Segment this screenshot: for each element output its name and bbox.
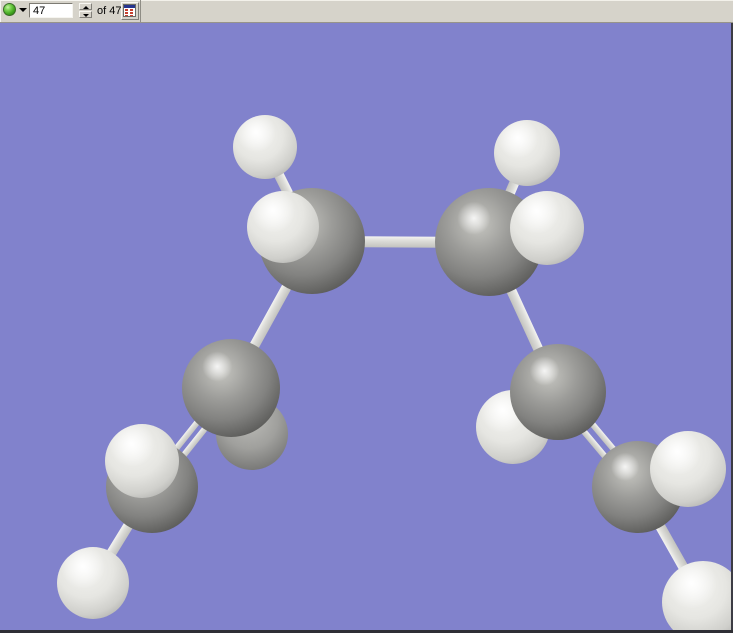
atom-H-C3-front[interactable] xyxy=(247,191,319,263)
spinner-up-icon[interactable] xyxy=(79,3,92,10)
frame-spinner xyxy=(79,3,92,18)
atom-H-C1-bottom[interactable] xyxy=(57,547,129,619)
frame-range-label: of 47 xyxy=(97,5,122,17)
frame-list-icon xyxy=(123,4,136,17)
atom-H-C4-front[interactable] xyxy=(510,191,584,265)
frame-list-icon-titlebar xyxy=(124,5,135,8)
atom-H-C1-front[interactable] xyxy=(105,424,179,498)
toolbar: of 47 xyxy=(0,0,733,23)
chevron-down-icon[interactable] xyxy=(19,8,27,12)
molecule-canvas xyxy=(0,23,733,633)
frame-navigation-panel: of 47 xyxy=(0,0,141,22)
atom-H-C3-top[interactable] xyxy=(233,115,297,179)
atom-H-C6-bottom[interactable] xyxy=(662,561,733,633)
green-sphere-icon[interactable] xyxy=(3,3,16,16)
frame-list-icon-column xyxy=(125,9,128,16)
molecule-viewer-window: of 47 xyxy=(0,0,733,633)
spinner-down-icon[interactable] xyxy=(79,11,92,18)
frame-list-icon-column xyxy=(130,9,133,16)
frame-number-input[interactable] xyxy=(29,3,73,18)
atom-H-C4-top[interactable] xyxy=(494,120,560,186)
atom-H-C6-right[interactable] xyxy=(650,431,726,507)
frame-list-button[interactable] xyxy=(121,2,139,20)
viewport[interactable] xyxy=(0,23,733,633)
atom-C2[interactable] xyxy=(182,339,280,437)
atom-C5[interactable] xyxy=(510,344,606,440)
